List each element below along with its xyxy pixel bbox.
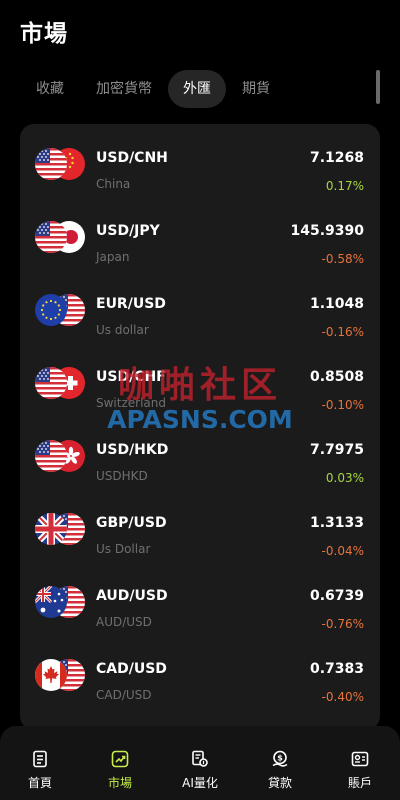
tabs-scrollbar[interactable] <box>376 70 380 104</box>
pair-price: 7.7975 <box>309 442 364 458</box>
pair-subtitle: USDHKD <box>96 469 148 483</box>
list-item[interactable]: EUR/USD Us dollar 1.1048 -0.16% <box>20 270 380 343</box>
list-item[interactable]: USD/CNH China 7.1268 0.17% <box>20 124 380 197</box>
pair-symbol: CAD/USD <box>96 661 167 677</box>
pair-symbol: GBP/USD <box>96 515 167 531</box>
bottom-nav: 首頁 市場 AI量化 $ 貸款 賬戶 <box>0 726 400 800</box>
list-item[interactable]: USD/CHF Switzerland 0.8508 -0.10% <box>20 343 380 416</box>
nav-label: 賬戶 <box>347 776 372 790</box>
hk-flag-icon <box>35 440 85 472</box>
pair-change: -0.76% <box>321 617 364 631</box>
nav-label: 市場 <box>107 776 132 790</box>
pair-change: -0.16% <box>321 325 364 339</box>
pair-price: 0.8508 <box>309 369 364 385</box>
pair-subtitle: Japan <box>96 250 130 264</box>
nav-home[interactable]: 首頁 <box>0 726 80 800</box>
pair-subtitle: Us Dollar <box>96 542 151 556</box>
list-item[interactable]: GBP/USD Us Dollar 1.3133 -0.04% <box>20 489 380 562</box>
tab-favorites[interactable]: 收藏 <box>20 70 80 108</box>
tab-futures[interactable]: 期貨 <box>226 70 286 108</box>
pair-price: 7.1268 <box>309 150 364 166</box>
market-icon <box>111 750 129 768</box>
nav-market[interactable]: 市場 <box>80 726 160 800</box>
nav-label: 貸款 <box>267 776 292 790</box>
pair-symbol: USD/CNH <box>96 150 168 166</box>
pair-price: 1.1048 <box>309 296 364 312</box>
cn-flag-icon <box>35 148 85 180</box>
list-item[interactable]: USD/HKD USDHKD 7.7975 0.03% <box>20 416 380 489</box>
list-item[interactable]: CAD/USD CAD/USD 0.7383 -0.40% <box>20 635 380 708</box>
pair-subtitle: Us dollar <box>96 323 149 337</box>
ca-flag-icon <box>35 659 85 691</box>
eu-flag-icon <box>35 294 85 326</box>
pair-subtitle: AUD/USD <box>96 615 152 629</box>
pair-subtitle: Switzerland <box>96 396 166 410</box>
pair-price: 145.9390 <box>290 223 364 239</box>
pair-symbol: USD/JPY <box>96 223 160 239</box>
pair-change: 0.03% <box>325 471 364 485</box>
pair-symbol: USD/CHF <box>96 369 166 385</box>
pair-price: 1.3133 <box>309 515 364 531</box>
ai-quant-icon <box>192 750 208 767</box>
pair-symbol: AUD/USD <box>96 588 168 604</box>
home-icon <box>33 750 47 768</box>
pair-price: 0.6739 <box>309 588 364 604</box>
pair-symbol: USD/HKD <box>96 442 169 458</box>
pair-change: -0.04% <box>321 544 364 558</box>
tab-forex[interactable]: 外匯 <box>168 70 226 108</box>
page-title: 市場 <box>20 21 68 47</box>
forex-list: USD/CNH China 7.1268 0.17% USD/JPY Japan… <box>20 124 380 730</box>
market-tabs: 收藏 加密貨幣 外匯 期貨 <box>20 70 286 108</box>
list-item[interactable]: AUD/USD AUD/USD 0.6739 -0.76% <box>20 562 380 635</box>
nav-loan[interactable]: $ 貸款 <box>240 726 320 800</box>
pair-change: -0.58% <box>321 252 364 266</box>
tab-crypto[interactable]: 加密貨幣 <box>80 70 168 108</box>
nav-ai-quant[interactable]: AI量化 <box>160 726 240 800</box>
au-flag-icon <box>35 586 85 618</box>
nav-account[interactable]: 賬戶 <box>320 726 400 800</box>
list-item[interactable]: USD/JPY Japan 145.9390 -0.58% <box>20 197 380 270</box>
pair-change: -0.10% <box>321 398 364 412</box>
account-icon <box>351 751 369 767</box>
jp-flag-icon <box>35 221 85 253</box>
nav-label: AI量化 <box>182 776 218 790</box>
pair-subtitle: China <box>96 177 131 191</box>
pair-price: 0.7383 <box>309 661 364 677</box>
loan-icon: $ <box>272 750 288 767</box>
pair-symbol: EUR/USD <box>96 296 166 312</box>
pair-subtitle: CAD/USD <box>96 688 152 702</box>
nav-label: 首頁 <box>27 776 52 790</box>
gb-flag-icon <box>35 513 85 545</box>
pair-change: -0.40% <box>321 690 364 704</box>
ch-flag-icon <box>35 367 85 399</box>
svg-text:$: $ <box>277 753 283 762</box>
pair-change: 0.17% <box>325 179 364 193</box>
